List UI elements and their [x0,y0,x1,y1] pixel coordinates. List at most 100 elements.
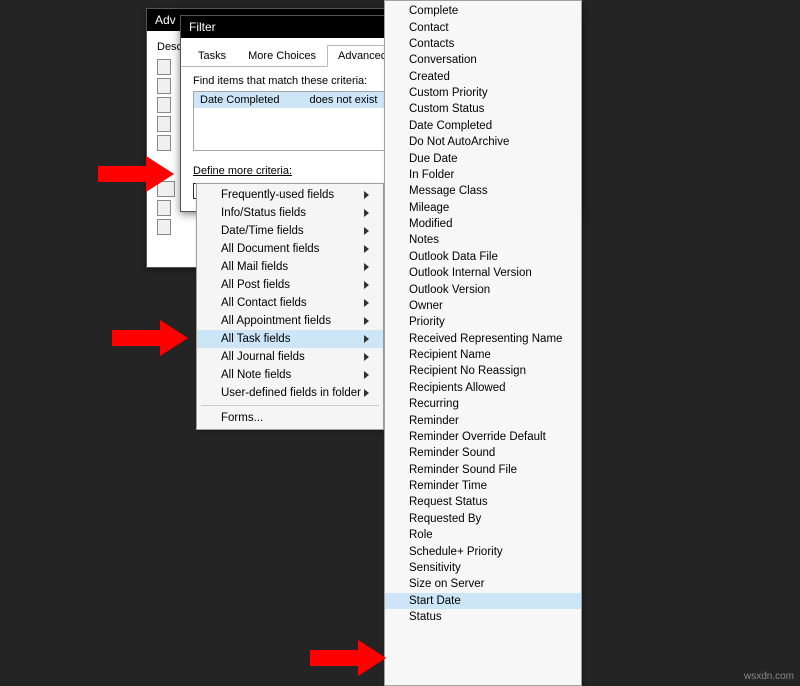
menu-item-label: Due Date [409,153,458,165]
task-field-item[interactable]: Recipients Allowed [385,380,581,396]
setting-button-6[interactable] [157,200,171,216]
task-field-item[interactable]: Reminder Sound [385,445,581,461]
field-category-item[interactable]: Date/Time fields [197,222,383,240]
menu-item-label: Conversation [409,54,477,66]
forms-item[interactable]: Forms... [197,409,383,427]
setting-button-4[interactable] [157,116,171,132]
menu-item-label: Received Representing Name [409,333,562,345]
task-field-item[interactable]: Custom Status [385,101,581,117]
task-field-item[interactable]: Status [385,609,581,625]
field-category-item[interactable]: All Task fields [197,330,383,348]
menu-item-label: Role [409,529,433,541]
setting-button-5[interactable] [157,135,171,151]
menu-item-label: Do Not AutoArchive [409,136,509,148]
task-field-item[interactable]: Recipient Name [385,347,581,363]
task-field-item[interactable]: Priority [385,314,581,330]
task-field-item[interactable]: Recipient No Reassign [385,363,581,379]
tab-more-choices[interactable]: More Choices [237,45,327,67]
task-field-item[interactable]: Reminder Override Default [385,429,581,445]
task-field-item[interactable]: Schedule+ Priority [385,543,581,559]
menu-item-label: In Folder [409,169,454,181]
menu-item-label: Contact [409,22,449,34]
field-category-item[interactable]: All Note fields [197,366,383,384]
menu-item-label: Priority [409,316,445,328]
setting-button-3[interactable] [157,97,171,113]
task-field-item[interactable]: In Folder [385,167,581,183]
menu-item-label: Frequently-used fields [221,189,334,201]
menu-item-label: All Post fields [221,279,290,291]
task-field-item[interactable]: Sensitivity [385,560,581,576]
chevron-right-icon [364,317,369,325]
task-field-item[interactable]: Recurring [385,396,581,412]
task-field-item[interactable]: Message Class [385,183,581,199]
menu-item-label: Outlook Internal Version [409,267,532,279]
task-field-item[interactable]: Contacts [385,36,581,52]
setting-button-7[interactable] [157,219,171,235]
field-category-item[interactable]: All Journal fields [197,348,383,366]
task-field-item[interactable]: Role [385,527,581,543]
field-category-item[interactable]: All Post fields [197,276,383,294]
menu-item-label: Forms... [221,412,263,424]
menu-item-label: Status [409,611,442,623]
chevron-right-icon [364,335,369,343]
setting-button-1[interactable] [157,59,171,75]
task-field-item[interactable]: Requested By [385,511,581,527]
task-field-item[interactable]: Owner [385,298,581,314]
field-category-item[interactable]: User-defined fields in folder [197,384,383,402]
setting-button-2[interactable] [157,78,171,94]
chevron-right-icon [364,263,369,271]
task-field-item[interactable]: Do Not AutoArchive [385,134,581,150]
task-field-item[interactable]: Conversation [385,52,581,68]
menu-item-label: Notes [409,234,439,246]
task-field-item[interactable]: Contact [385,19,581,35]
task-field-item[interactable]: Modified [385,216,581,232]
task-field-item[interactable]: Request Status [385,494,581,510]
task-field-item[interactable]: Reminder Sound File [385,462,581,478]
task-field-item[interactable]: Custom Priority [385,85,581,101]
menu-separator [201,405,379,406]
task-field-item[interactable]: Mileage [385,200,581,216]
field-category-item[interactable]: All Appointment fields [197,312,383,330]
chevron-right-icon [364,389,369,397]
menu-item-label: Reminder Override Default [409,431,546,443]
menu-item-label: Outlook Version [409,284,490,296]
task-field-item[interactable]: Date Completed [385,118,581,134]
task-field-item[interactable]: Received Representing Name [385,331,581,347]
task-field-item[interactable]: Outlook Data File [385,249,581,265]
task-field-item[interactable]: Complete [385,3,581,19]
task-field-item[interactable]: Reminder [385,412,581,428]
menu-item-label: Reminder [409,415,459,427]
task-field-item[interactable]: Notes [385,232,581,248]
menu-item-label: Recurring [409,398,459,410]
field-category-item[interactable]: All Contact fields [197,294,383,312]
menu-item-label: Recipients Allowed [409,382,506,394]
menu-item-label: Schedule+ Priority [409,546,503,558]
menu-item-label: Custom Status [409,103,484,115]
menu-item-label: Date Completed [409,120,492,132]
menu-item-label: All Journal fields [221,351,305,363]
task-field-item[interactable]: Start Date [385,593,581,609]
menu-item-label: Sensitivity [409,562,461,574]
menu-item-label: Modified [409,218,452,230]
task-field-item[interactable]: Created [385,69,581,85]
task-field-item[interactable]: Outlook Internal Version [385,265,581,281]
field-category-item[interactable]: All Mail fields [197,258,383,276]
task-field-item[interactable]: Size on Server [385,576,581,592]
task-field-item[interactable]: Due Date [385,150,581,166]
task-field-item[interactable]: Reminder Time [385,478,581,494]
annotation-arrow-2 [112,320,188,356]
dialog-title: Adv [155,13,176,27]
chevron-right-icon [364,209,369,217]
menu-item-label: Request Status [409,496,488,508]
filter-title: Filter [189,20,216,34]
task-field-item[interactable]: Outlook Version [385,281,581,297]
menu-item-label: All Appointment fields [221,315,331,327]
tab-tasks[interactable]: Tasks [187,45,237,67]
field-category-item[interactable]: Frequently-used fields [197,186,383,204]
menu-item-label: All Note fields [221,369,291,381]
field-category-item[interactable]: Info/Status fields [197,204,383,222]
menu-item-label: User-defined fields in folder [221,387,361,399]
field-categories-menu: Frequently-used fields Info/Status fields… [196,183,384,430]
menu-item-label: Date/Time fields [221,225,304,237]
field-category-item[interactable]: All Document fields [197,240,383,258]
